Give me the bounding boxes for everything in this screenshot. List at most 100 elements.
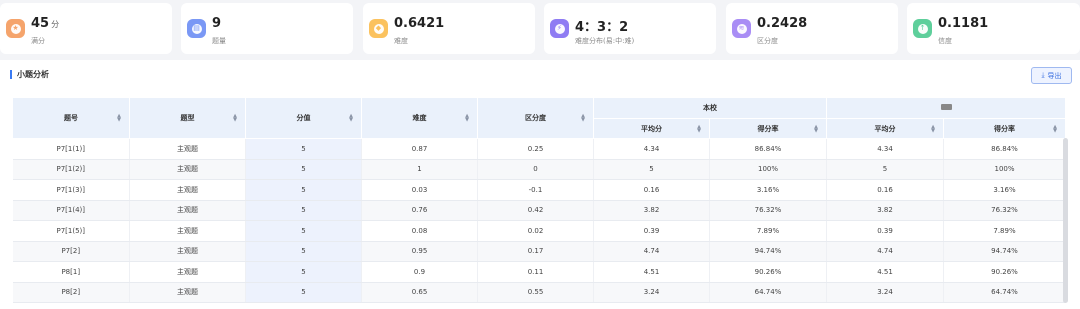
export-label: 导出 [1047, 71, 1062, 80]
table-cell: 主观题 [129, 261, 246, 283]
table-cell: 4.34 [826, 138, 944, 160]
stat-value-text: 45 [31, 16, 50, 31]
table-cell: 7.89% [709, 220, 827, 242]
stat-value-text: 0.1181 [938, 16, 989, 31]
lightning-icon: ⚡ [550, 19, 569, 38]
table-cell: 5 [245, 138, 362, 160]
table-cell: 4.51 [593, 261, 710, 283]
table-cell: 0.11 [477, 261, 594, 283]
stat-label: 难度分布(易:中:难) [575, 37, 635, 45]
table-row[interactable]: P7[1(5)] 主观题 5 0.08 0.02 0.39 7.89% 0.39 7.89% [12, 220, 1066, 242]
sort-icon[interactable]: ▲ ▼ [697, 124, 701, 133]
header-score[interactable]: 分值 ▲ ▼ [245, 97, 362, 139]
table-cell: P8[1] [12, 261, 130, 283]
header-rate-label: 得分率 [994, 124, 1015, 133]
stat-value-text: 0.2428 [757, 16, 808, 31]
header-rate-label: 得分率 [757, 124, 779, 133]
table-cell: 0.25 [477, 138, 594, 160]
table-cell: 100% [943, 159, 1066, 180]
table-cell: 0.03 [361, 179, 478, 201]
table-cell: 0.02 [477, 220, 594, 242]
sort-icon[interactable]: ▲ ▼ [814, 124, 818, 133]
sort-icon[interactable]: ▲ ▼ [349, 114, 353, 123]
table-cell: 5 [245, 179, 362, 201]
table-row[interactable]: P7[2] 主观题 5 0.95 0.17 4.74 94.74% 4.74 94.74% [12, 241, 1066, 262]
table-cell: 0 [477, 159, 594, 180]
sort-icon[interactable]: ▲ ▼ [117, 114, 121, 123]
table-row[interactable]: P8[2] 主观题 5 0.65 0.55 3.24 64.74% 3.24 64.74% [12, 282, 1066, 303]
table-cell: 主观题 [129, 138, 246, 160]
table-cell: 3.82 [593, 200, 710, 221]
table-cell: P7[1(2)] [12, 159, 130, 180]
table-cell: 5 [245, 200, 362, 221]
stat-value: 0.2428 [757, 16, 807, 31]
table-cell: 5 [593, 159, 710, 180]
sort-icon[interactable]: ▲ ▼ [233, 114, 237, 123]
stat-value-text: 9 [212, 16, 222, 31]
table-cell: 主观题 [129, 179, 246, 201]
stat-value-text: 4：3：2 [575, 20, 629, 35]
item-analysis-table: 题号 ▲ ▼ 题型 ▲ ▼ 分值 ▲ ▼ 难度 ▲ ▼ 区分度 ▲ ▼ 本校 平均分 ▲ ▼ 得分率 ▲ ▼… [12, 97, 1066, 303]
table-row[interactable]: P7[1(1)] 主观题 5 0.87 0.25 4.34 86.84% 4.34 86.84% [12, 138, 1066, 160]
sort-icon[interactable]: ▲ ▼ [581, 114, 585, 123]
table-cell: 3.16% [943, 179, 1066, 201]
vertical-scrollbar[interactable] [1063, 138, 1068, 303]
table-cell: 4.51 [826, 261, 944, 283]
export-button[interactable]: ⤓ 导出 [1031, 67, 1072, 84]
table-cell: 90.26% [943, 261, 1066, 283]
header-school-avg[interactable]: 平均分 ▲ ▼ [593, 118, 710, 139]
stat-value: 9 [212, 16, 221, 31]
sort-icon[interactable]: ▲ ▼ [465, 114, 469, 123]
sort-icon[interactable]: ▲ ▼ [931, 124, 935, 133]
table-cell: 7.89% [943, 220, 1066, 242]
header-num[interactable]: 题号 ▲ ▼ [12, 97, 130, 139]
sort-icon[interactable]: ▲ ▼ [1053, 124, 1057, 133]
table-cell: 64.74% [943, 282, 1066, 303]
table-cell: P8[2] [12, 282, 130, 303]
header-other-avg[interactable]: 平均分 ▲ ▼ [826, 118, 944, 139]
header-avg-label: 平均分 [641, 124, 662, 133]
header-school-label: 本校 [703, 104, 717, 112]
stat-label: 区分度 [757, 37, 778, 45]
header-other-rate[interactable]: 得分率 ▲ ▼ [943, 118, 1066, 139]
table-cell: 5 [826, 159, 944, 180]
header-difficulty[interactable]: 难度 ▲ ▼ [361, 97, 478, 139]
header-discrimination[interactable]: 区分度 ▲ ▼ [477, 97, 594, 139]
table-cell: 64.74% [709, 282, 827, 303]
table-cell: 5 [245, 241, 362, 262]
table-cell: 86.84% [943, 138, 1066, 160]
table-cell: P7[1(3)] [12, 179, 130, 201]
table-cell: 0.39 [826, 220, 944, 242]
table-cell: 5 [245, 159, 362, 180]
table-cell: 0.9 [361, 261, 478, 283]
item-analysis-panel: 小题分析 ⤓ 导出 题号 ▲ ▼ 题型 ▲ ▼ 分值 ▲ ▼ 难度 ▲ ▼ 区分度 ▲ ▼ 本校 [0, 60, 1080, 309]
panel-title: 小题分析 [10, 70, 49, 79]
header-school-group: 本校 [593, 97, 827, 119]
table-cell: 0.16 [593, 179, 710, 201]
table-cell: 100% [709, 159, 827, 180]
header-school-rate[interactable]: 得分率 ▲ ▼ [709, 118, 827, 139]
table-cell: 5 [245, 282, 362, 303]
table-cell: 0.65 [361, 282, 478, 303]
table-cell: P7[1(1)] [12, 138, 130, 160]
table-cell: P7[1(5)] [12, 220, 130, 242]
header-discrimination-label: 区分度 [525, 114, 546, 122]
layers-icon: ≋ [732, 19, 751, 38]
table-row[interactable]: P8[1] 主观题 5 0.9 0.11 4.51 90.26% 4.51 90.26% [12, 261, 1066, 283]
table-row[interactable]: P7[1(2)] 主观题 5 1 0 5 100% 5 100% [12, 159, 1066, 180]
stat-label: 信度 [938, 37, 952, 45]
stat-card: ★ 45 分满分 [0, 3, 172, 54]
table-cell: 5 [245, 220, 362, 242]
table-row[interactable]: P7[1(3)] 主观题 5 0.03 -0.1 0.16 3.16% 0.16 3.16% [12, 179, 1066, 201]
table-cell: 5 [245, 261, 362, 283]
header-type[interactable]: 题型 ▲ ▼ [129, 97, 246, 139]
table-row[interactable]: P7[1(4)] 主观题 5 0.76 0.42 3.82 76.32% 3.82 76.32% [12, 200, 1066, 221]
header-other-group [826, 97, 1066, 119]
stat-card: ↑ 0.1181 信度 [907, 3, 1080, 54]
table-cell: 4.34 [593, 138, 710, 160]
stat-value: 45 分 [31, 16, 59, 31]
stat-label: 题量 [212, 37, 226, 45]
table-cell: 0.08 [361, 220, 478, 242]
table-cell: 主观题 [129, 282, 246, 303]
table-cell: 0.76 [361, 200, 478, 221]
